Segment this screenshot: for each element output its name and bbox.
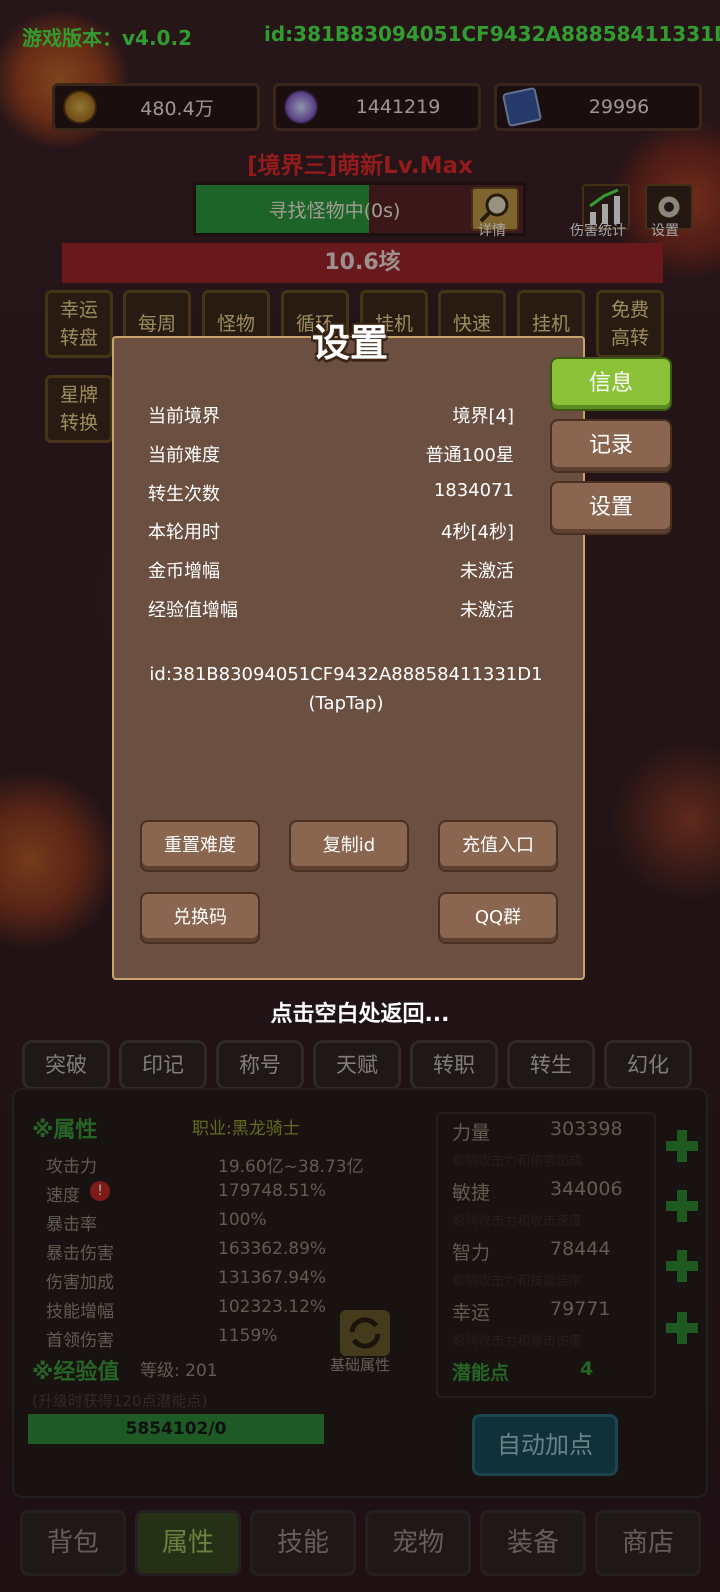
settings-modal — [112, 336, 585, 980]
reset-difficulty-button[interactable]: 重置难度 — [140, 820, 260, 872]
qq-group-button[interactable]: QQ群 — [438, 892, 558, 944]
info-row-realm: 当前境界 境界[4] — [148, 402, 514, 432]
side-tab-records[interactable]: 记录 — [550, 419, 672, 473]
account-id-text: id:381B83094051CF9432A88858411331D1(TapT… — [149, 664, 543, 714]
info-value: 普通100星 — [425, 445, 514, 466]
info-row-rebirth: 转生次数 1834071 — [148, 480, 514, 510]
info-label: 本轮用时 — [148, 522, 220, 543]
info-value: 1834071 — [433, 480, 514, 501]
info-value: 4秒[4秒] — [441, 522, 514, 543]
info-value: 境界[4] — [452, 406, 515, 427]
info-label: 当前境界 — [148, 406, 220, 427]
info-row-gold-boost: 金币增幅 未激活 — [148, 557, 514, 587]
copy-id-button[interactable]: 复制id — [289, 820, 409, 872]
info-label: 当前难度 — [148, 445, 220, 466]
info-label: 转生次数 — [148, 484, 220, 505]
side-tab-info[interactable]: 信息 — [550, 357, 672, 411]
redeem-code-button[interactable]: 兑换码 — [140, 892, 260, 944]
side-tab-settings[interactable]: 设置 — [550, 481, 672, 535]
info-label: 金币增幅 — [148, 561, 220, 582]
dismiss-hint: 点击空白处返回... — [270, 1002, 450, 1027]
info-value: 未激活 — [460, 600, 514, 621]
info-row-exp-boost: 经验值增幅 未激活 — [148, 596, 514, 626]
info-row-difficulty: 当前难度 普通100星 — [148, 441, 514, 471]
info-label: 经验值增幅 — [148, 600, 238, 621]
info-row-time: 本轮用时 4秒[4秒] — [148, 518, 514, 548]
recharge-button[interactable]: 充值入口 — [438, 820, 558, 872]
info-value: 未激活 — [460, 561, 514, 582]
